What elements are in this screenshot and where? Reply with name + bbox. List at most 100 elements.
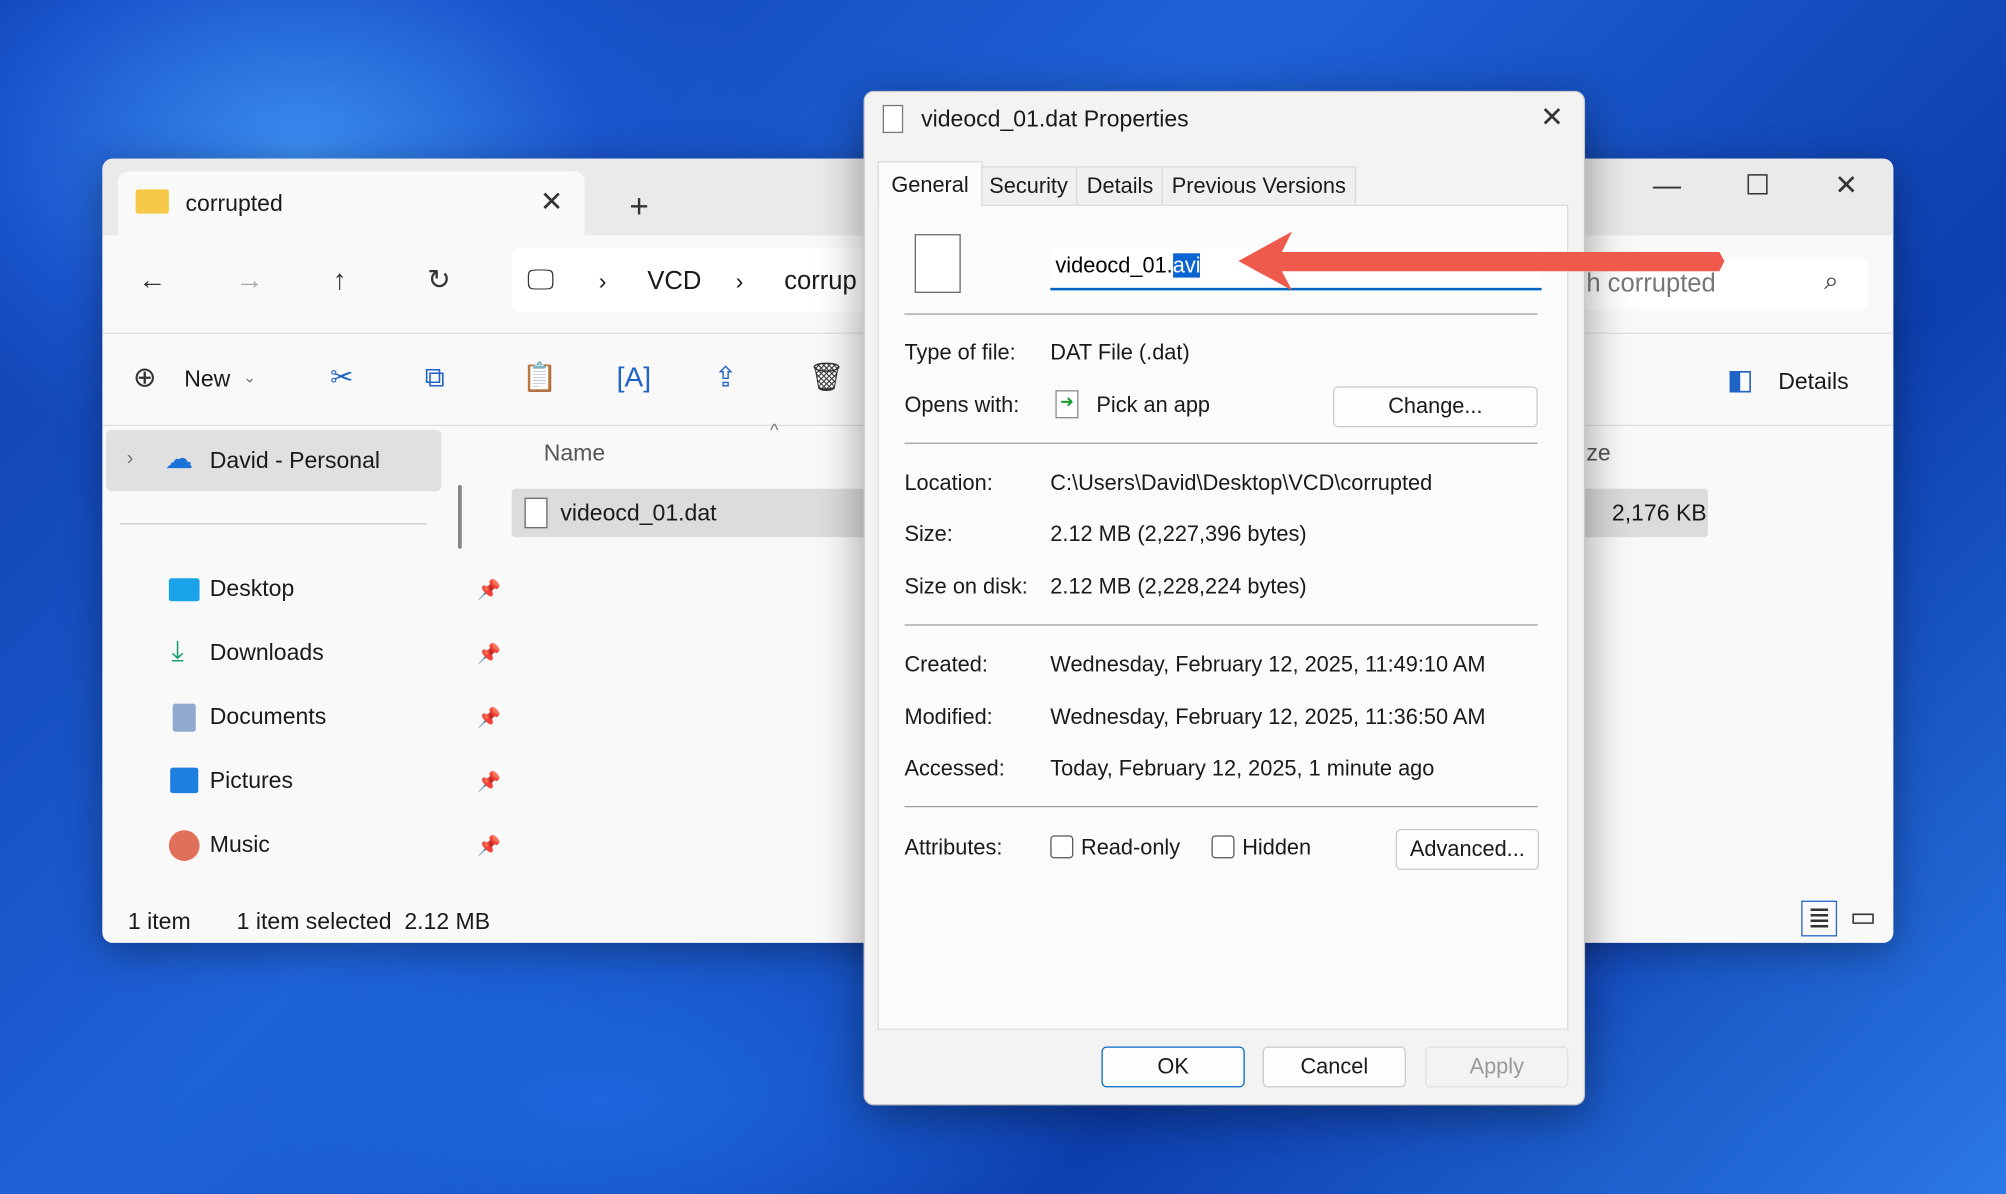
music-icon [168, 830, 200, 861]
details-label: Details [1778, 368, 1849, 395]
label: Desktop [209, 575, 295, 602]
pin-icon[interactable]: 📌 [477, 834, 501, 857]
sidebar-item-onedrive[interactable]: › ☁ David - Personal [106, 429, 442, 492]
file-icon [524, 497, 548, 529]
tab-title: corrupted [185, 190, 283, 217]
search-icon: ⌕ [1824, 267, 1839, 296]
column-header-name[interactable]: Name [544, 440, 605, 467]
close-tab-icon[interactable]: ✕ [540, 187, 564, 216]
pin-icon[interactable]: 📌 [477, 578, 501, 602]
apply-button[interactable]: Apply [1425, 1046, 1569, 1088]
pick-app-icon: ➜ [1055, 390, 1079, 419]
large-file-icon [914, 234, 961, 293]
size-label: Size: [904, 521, 953, 547]
general-panel: videocd_01.avi Type of file: DAT File (.… [877, 204, 1569, 1030]
hidden-checkbox[interactable]: Hidden [1211, 835, 1311, 861]
readonly-label: Read-only [1081, 835, 1181, 860]
close-dialog-icon[interactable]: ✕ [1540, 103, 1564, 132]
computer-icon: 🖵 [527, 263, 555, 296]
pictures-icon [170, 767, 199, 794]
location-value: C:\Users\David\Desktop\VCD\corrupted [1050, 470, 1433, 496]
maximize-icon[interactable]: ☐ [1745, 171, 1770, 199]
details-view-icon[interactable]: ≣ [1801, 900, 1838, 937]
tab-previous-versions[interactable]: Previous Versions [1161, 166, 1357, 206]
paste-icon[interactable]: 📋 [522, 363, 557, 391]
status-selection: 1 item selected 2.12 MB [236, 908, 491, 934]
type-label: Type of file: [904, 340, 1016, 365]
label: Downloads [209, 639, 324, 666]
download-icon: ⤓ [171, 634, 184, 667]
details-pane-icon: ◧ [1727, 363, 1754, 396]
advanced-button[interactable]: Advanced... [1395, 828, 1539, 870]
onedrive-cloud-icon: ☁ [165, 442, 194, 475]
file-icon [882, 104, 904, 134]
new-tab-icon[interactable]: + [629, 189, 648, 222]
forward-icon[interactable]: → [235, 265, 263, 294]
up-icon[interactable]: ↑ [333, 265, 347, 294]
breadcrumb-corrupted[interactable]: corrup [784, 267, 857, 296]
size-on-disk-label: Size on disk: [904, 574, 1028, 599]
arrow-shape [1238, 231, 1725, 291]
pin-icon[interactable]: 📌 [477, 770, 501, 793]
sort-ascending-icon: ^ [770, 419, 779, 441]
sidebar-item-downloads[interactable]: ⤓ Downloads 📌 [166, 635, 501, 678]
sidebar-scrollbar[interactable] [457, 484, 462, 549]
readonly-checkbox[interactable]: Read-only [1050, 835, 1180, 861]
rename-icon[interactable]: [A] [617, 363, 651, 391]
sidebar-item-documents[interactable]: Documents 📌 [166, 703, 501, 742]
minimize-icon[interactable]: — [1653, 171, 1681, 199]
sidebar-item-pictures[interactable]: Pictures 📌 [166, 767, 501, 806]
tiles-view-icon[interactable]: ▭ [1850, 903, 1877, 931]
accessed-value: Today, February 12, 2025, 1 minute ago [1050, 756, 1435, 781]
type-value: DAT File (.dat) [1050, 340, 1190, 365]
pin-icon[interactable]: 📌 [477, 642, 501, 665]
modified-value: Wednesday, February 12, 2025, 11:36:50 A… [1050, 704, 1486, 730]
change-button[interactable]: Change... [1333, 386, 1538, 428]
plus-circle-icon: ⊕ [133, 360, 157, 393]
sidebar-item-music[interactable]: Music 📌 [166, 830, 501, 870]
back-icon[interactable]: ← [138, 265, 166, 294]
tab-corrupted[interactable]: corrupted ✕ [117, 171, 585, 236]
file-name: videocd_01.dat [560, 500, 717, 526]
attributes-label: Attributes: [904, 835, 1003, 860]
size-on-disk-value: 2.12 MB (2,228,224 bytes) [1050, 574, 1307, 599]
accessed-label: Accessed: [904, 756, 1005, 781]
created-label: Created: [904, 652, 988, 677]
opens-value: Pick an app [1096, 392, 1211, 418]
pin-icon[interactable]: 📌 [477, 706, 501, 729]
modified-label: Modified: [904, 704, 993, 730]
cut-icon[interactable]: ✂ [330, 363, 354, 391]
dialog-title: videocd_01.dat Properties [921, 106, 1189, 132]
documents-icon [172, 703, 196, 732]
size-value: 2.12 MB (2,227,396 bytes) [1050, 521, 1307, 547]
desktop-icon [168, 578, 200, 602]
opens-label: Opens with: [904, 392, 1020, 418]
label: Pictures [209, 767, 293, 794]
annotation-arrow [1238, 231, 1725, 291]
tab-general[interactable]: General [877, 161, 983, 208]
share-icon[interactable]: ⇪ [714, 363, 738, 391]
file-size: 2,176 KB [1611, 500, 1707, 526]
folder-icon [135, 189, 169, 214]
tab-security[interactable]: Security [978, 166, 1079, 206]
sidebar-item-desktop[interactable]: Desktop 📌 [166, 575, 501, 614]
filename-selected-extension: avi [1172, 253, 1201, 278]
delete-icon[interactable]: 🗑 [809, 363, 845, 391]
label: Documents [209, 703, 327, 730]
status-item-count: 1 item [127, 908, 191, 934]
refresh-icon[interactable]: ↻ [427, 265, 451, 294]
breadcrumb-vcd[interactable]: VCD [647, 267, 701, 296]
column-header-size[interactable]: ze [1586, 440, 1610, 467]
filename-base: videocd_01. [1055, 253, 1173, 278]
location-label: Location: [904, 470, 993, 496]
onedrive-label: David - Personal [209, 447, 381, 474]
close-window-icon[interactable]: ✕ [1835, 171, 1859, 199]
ok-button[interactable]: OK [1101, 1046, 1245, 1088]
cancel-button[interactable]: Cancel [1262, 1046, 1406, 1088]
copy-icon[interactable]: ⧉ [425, 363, 445, 391]
hidden-label: Hidden [1242, 835, 1312, 860]
new-label: New [184, 365, 231, 392]
created-value: Wednesday, February 12, 2025, 11:49:10 A… [1050, 652, 1486, 677]
tab-details[interactable]: Details [1075, 166, 1165, 206]
label: Music [209, 831, 270, 858]
